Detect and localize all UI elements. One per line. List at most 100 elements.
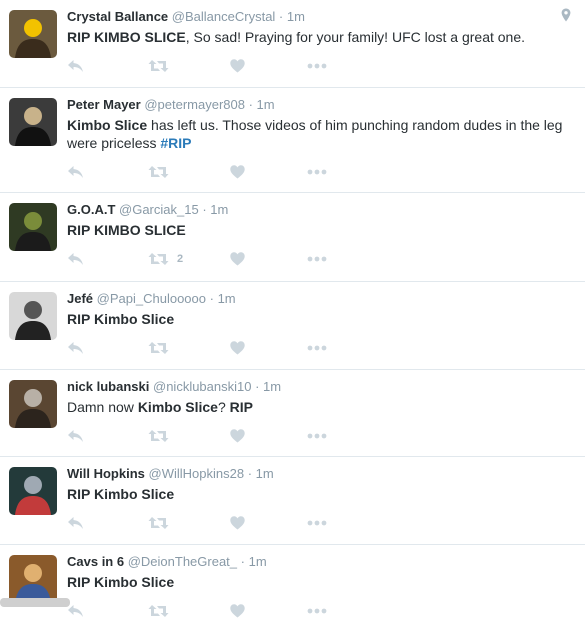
tweet-actions [67,603,367,619]
highlighted-text: RIP KIMBO SLICE [67,29,186,45]
separator-dot: · [275,9,287,24]
reply-icon[interactable] [67,515,84,531]
tweet-header: G.O.A.T @Garciak_15 · 1m [67,202,228,217]
tweet-item[interactable]: G.O.A.T @Garciak_15 · 1m RIP KIMBO SLICE 2 [0,193,585,282]
timestamp[interactable]: 1m [210,202,228,217]
timestamp[interactable]: 1m [263,379,281,394]
heart-icon[interactable] [230,164,245,180]
more-icon[interactable] [307,603,327,619]
author-name[interactable]: Jefé [67,291,93,306]
tweet-actions [67,58,367,74]
tweet-actions [67,340,367,356]
author-handle[interactable]: @petermayer808 [144,97,245,112]
author-name[interactable]: nick lubanski [67,379,149,394]
heart-icon[interactable] [230,428,245,444]
avatar[interactable] [9,10,57,58]
tweet-actions [67,515,367,531]
author-handle[interactable]: @nicklubanski10 [153,379,251,394]
tweet-text: RIP Kimbo Slice [67,310,572,328]
retweet-count: 2 [177,253,184,265]
reply-icon[interactable] [67,164,84,180]
tweet-header: Jefé @Papi_Chulooooo · 1m [67,291,236,306]
author-name[interactable]: Will Hopkins [67,466,145,481]
author-name[interactable]: Cavs in 6 [67,554,124,569]
tweet-header: Cavs in 6 @DeionTheGreat_ · 1m [67,554,267,569]
tweet-header: Peter Mayer @petermayer808 · 1m [67,97,275,112]
author-name[interactable]: Crystal Ballance [67,9,168,24]
text-span: Damn now [67,399,138,415]
highlighted-text: Kimbo Slice [67,117,148,133]
retweet-icon[interactable] [148,515,169,531]
tweet-text: RIP KIMBO SLICE [67,221,572,239]
avatar[interactable] [9,380,57,428]
tweet-item[interactable]: Cavs in 6 @DeionTheGreat_ · 1m RIP Kimbo … [0,545,585,625]
location-pin-icon[interactable] [561,8,571,27]
tweet-header: Crystal Ballance @BallanceCrystal · 1m [67,9,305,24]
retweet-icon[interactable]: 2 [148,251,183,267]
text-span: ? [217,399,230,415]
heart-icon[interactable] [230,340,245,356]
tweet-text: RIP KIMBO SLICE, So sad! Praying for you… [67,28,572,46]
author-handle[interactable]: @Papi_Chulooooo [97,291,206,306]
highlighted-text: RIP KIMBO SLICE [67,222,186,238]
author-handle[interactable]: @Garciak_15 [119,202,199,217]
separator-dot: · [237,554,249,569]
separator-dot: · [244,97,257,112]
avatar[interactable] [9,467,57,515]
avatar[interactable] [9,555,57,603]
tweet-item[interactable]: nick lubanski @nicklubanski10 · 1m Damn n… [0,370,585,457]
highlighted-text: RIP [229,399,253,415]
reply-icon[interactable] [67,58,84,74]
tweet-text: Damn now Kimbo Slice? RIP [67,398,572,416]
retweet-icon[interactable] [148,603,169,619]
tweet-header: Will Hopkins @WillHopkins28 · 1m [67,466,274,481]
tweet-item[interactable]: Crystal Ballance @BallanceCrystal · 1m RI… [0,0,585,88]
horizontal-scrollbar[interactable] [0,598,70,607]
retweet-icon[interactable] [148,58,169,74]
retweet-icon[interactable] [148,340,169,356]
more-icon[interactable] [307,58,327,74]
tweet-actions [67,428,367,444]
avatar[interactable] [9,203,57,251]
more-icon[interactable] [307,340,327,356]
heart-icon[interactable] [230,58,245,74]
hashtag-link[interactable]: #RIP [160,135,191,151]
more-icon[interactable] [307,164,327,180]
reply-icon[interactable] [67,340,84,356]
timestamp[interactable]: 1m [256,466,274,481]
retweet-icon[interactable] [148,428,169,444]
separator-dot: · [206,291,218,306]
author-name[interactable]: Peter Mayer [67,97,141,112]
text-span: , So sad! Praying for your family! UFC l… [185,29,526,45]
author-handle[interactable]: @WillHopkins28 [149,466,245,481]
author-handle[interactable]: @BallanceCrystal [172,9,276,24]
heart-icon[interactable] [230,251,245,267]
tweet-text: RIP Kimbo Slice [67,485,572,503]
reply-icon[interactable] [67,428,84,444]
author-name[interactable]: G.O.A.T [67,202,115,217]
more-icon[interactable] [307,251,327,267]
author-handle[interactable]: @DeionTheGreat_ [128,554,237,569]
heart-icon[interactable] [230,603,245,619]
reply-icon[interactable] [67,251,84,267]
retweet-icon[interactable] [148,164,169,180]
highlighted-text: RIP Kimbo Slice [67,486,175,502]
tweet-text: RIP Kimbo Slice [67,573,572,591]
timestamp[interactable]: 1m [287,9,305,24]
highlighted-text: Kimbo Slice [137,399,218,415]
tweet-item[interactable]: Will Hopkins @WillHopkins28 · 1m RIP Kimb… [0,457,585,545]
more-icon[interactable] [307,515,327,531]
tweet-item[interactable]: Peter Mayer @petermayer808 · 1m Kimbo Sli… [0,88,585,193]
avatar[interactable] [9,98,57,146]
separator-dot: · [198,202,211,217]
separator-dot: · [251,379,264,394]
tweet-item[interactable]: Jefé @Papi_Chulooooo · 1m RIP Kimbo Slice [0,282,585,370]
avatar[interactable] [9,292,57,340]
reply-icon[interactable] [67,603,84,619]
more-icon[interactable] [307,428,327,444]
timestamp[interactable]: 1m [249,554,267,569]
timestamp[interactable]: 1m [218,291,236,306]
timestamp[interactable]: 1m [257,97,275,112]
heart-icon[interactable] [230,515,245,531]
separator-dot: · [244,466,256,481]
